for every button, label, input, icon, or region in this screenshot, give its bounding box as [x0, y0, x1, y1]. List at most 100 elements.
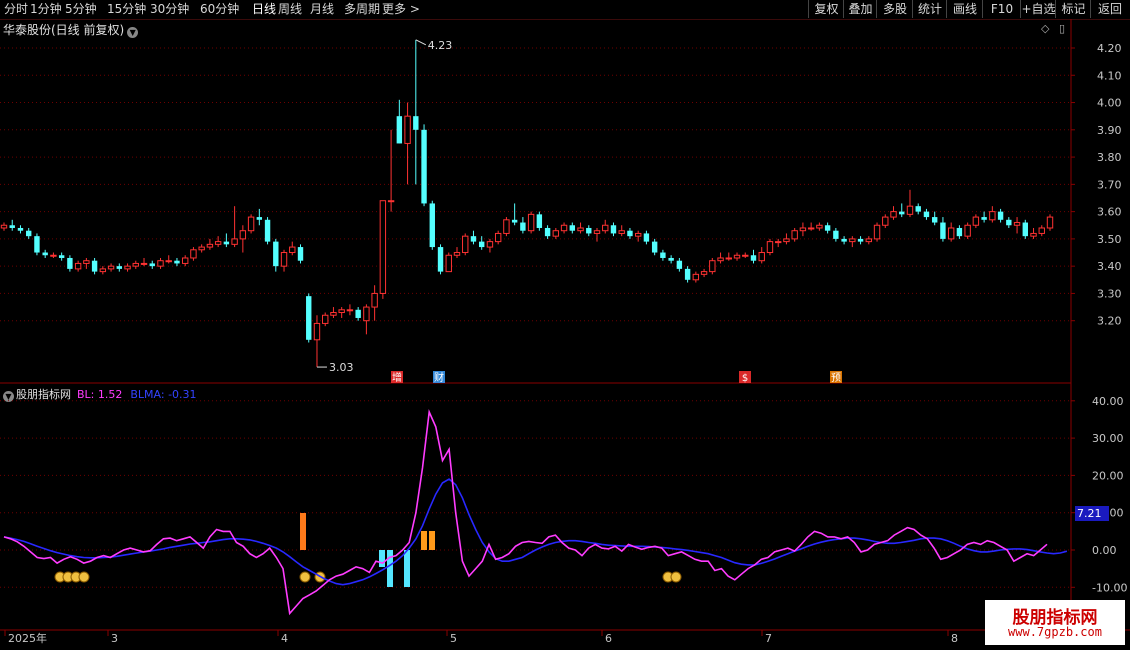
candle-body-28	[231, 238, 238, 245]
candle-body-10	[83, 260, 90, 264]
candle-body-19	[157, 260, 164, 267]
candle-body-45	[371, 292, 378, 308]
money-bag-icon	[299, 571, 311, 583]
candle-body-40	[330, 312, 337, 316]
candle-body-32	[264, 219, 271, 242]
candle-body-24	[198, 246, 205, 251]
candle-body-102	[841, 238, 847, 242]
candle-body-46	[379, 200, 387, 294]
candle-body-81	[668, 257, 674, 261]
candle-body-21	[174, 260, 180, 264]
date-tick-label-4: 6	[605, 632, 612, 645]
candle-body-112	[923, 211, 930, 218]
candle-body-77	[634, 232, 642, 237]
candle-body-103	[849, 238, 856, 243]
candle-body-37	[306, 296, 312, 340]
candle-body-7	[58, 255, 65, 258]
date-tick-label-2: 4	[281, 632, 288, 645]
candle-body-54	[445, 254, 452, 273]
candle-body-93	[766, 241, 774, 254]
candle-body-11	[91, 260, 98, 272]
candle-body-125	[1030, 232, 1037, 237]
candle-body-12	[99, 268, 107, 273]
candle-body-60	[494, 232, 502, 243]
candle-body-18	[149, 263, 155, 267]
candle-body-97	[799, 227, 807, 232]
signal-bar-1	[387, 550, 393, 587]
candle-body-8	[67, 257, 73, 269]
candle-body-0	[0, 224, 8, 229]
candle-body-52	[429, 203, 435, 248]
candle-body-73	[602, 224, 609, 232]
signal-bar-2	[404, 550, 410, 587]
candle-body-22	[181, 257, 189, 264]
candle-body-16	[132, 262, 139, 267]
candle-body-67	[552, 230, 560, 237]
ind-tick-label-5: -10.00	[1092, 581, 1127, 594]
price-tick-label-10: 3.20	[1097, 315, 1122, 328]
price-tick-label-4: 3.80	[1097, 151, 1122, 164]
event-marker-3: 预	[831, 372, 841, 384]
candle-body-86	[709, 260, 716, 273]
candle-body-13	[107, 265, 115, 270]
event-marker-0: 增	[392, 371, 402, 384]
candle-body-55	[453, 252, 461, 256]
candle-body-80	[660, 252, 666, 258]
candle-body-122	[1006, 219, 1012, 226]
date-tick-label-1: 3	[111, 632, 118, 645]
candle-body-63	[520, 222, 526, 231]
candle-body-61	[503, 219, 510, 234]
candle-body-41	[338, 309, 345, 314]
candle-body-113	[931, 217, 938, 223]
candle-body-69	[569, 225, 575, 231]
candle-body-42	[346, 309, 354, 312]
candle-body-62	[511, 219, 518, 223]
candle-body-82	[676, 260, 683, 269]
event-marker-1: 财	[434, 371, 444, 384]
candle-body-78	[643, 233, 650, 242]
blma-line	[3, 478, 1068, 586]
price-tick-label-9: 3.30	[1097, 287, 1122, 300]
candle-body-106	[873, 224, 881, 240]
candle-body-53	[437, 247, 444, 272]
candle-body-66	[544, 227, 551, 237]
candle-body-100	[824, 225, 831, 231]
candle-body-101	[833, 230, 839, 239]
candle-body-75	[618, 230, 625, 234]
price-tick-label-0: 4.20	[1097, 42, 1122, 55]
candle-body-36	[297, 247, 304, 261]
price-tick-label-5: 3.70	[1097, 178, 1122, 191]
price-tick-label-6: 3.60	[1097, 206, 1122, 219]
price-tick-label-2: 4.00	[1097, 97, 1122, 110]
date-tick-label-6: 8	[951, 632, 958, 645]
price-tick-label-7: 3.50	[1097, 233, 1122, 246]
candle-body-56	[462, 235, 469, 254]
candle-body-120	[989, 211, 996, 221]
candle-body-96	[791, 230, 798, 240]
candle-body-5	[42, 252, 48, 256]
candle-body-2	[17, 227, 24, 231]
candle-body-109	[899, 211, 905, 215]
candle-body-14	[116, 266, 123, 269]
candle-body-17	[140, 262, 148, 265]
candle-body-108	[890, 211, 897, 218]
date-tick-label-3: 5	[450, 632, 457, 645]
ind-tick-label-4: 0.00	[1092, 544, 1117, 557]
candle-body-84	[692, 273, 700, 281]
money-bag-icon	[78, 571, 90, 583]
candle-body-47	[387, 200, 395, 203]
candle-body-65	[536, 214, 543, 228]
candle-body-35	[289, 246, 296, 254]
indicator-current-value-badge: 7.21	[1075, 506, 1109, 521]
candle-body-88	[725, 257, 732, 260]
price-tick-label-1: 4.10	[1097, 69, 1122, 82]
price-tick-label-3: 3.90	[1097, 124, 1122, 137]
ind-tick-label-1: 30.00	[1092, 432, 1124, 445]
candle-body-87	[717, 257, 724, 262]
candle-body-3	[26, 230, 32, 237]
candle-body-110	[906, 205, 914, 215]
chart-canvas: 4.20 4.10 4.00 3.90 3.80 3.70 3.60 3.50 3.40 3.30…	[0, 19, 1130, 645]
candle-body-89	[733, 254, 741, 259]
candle-body-31	[256, 217, 263, 220]
candle-body-116	[956, 227, 963, 237]
